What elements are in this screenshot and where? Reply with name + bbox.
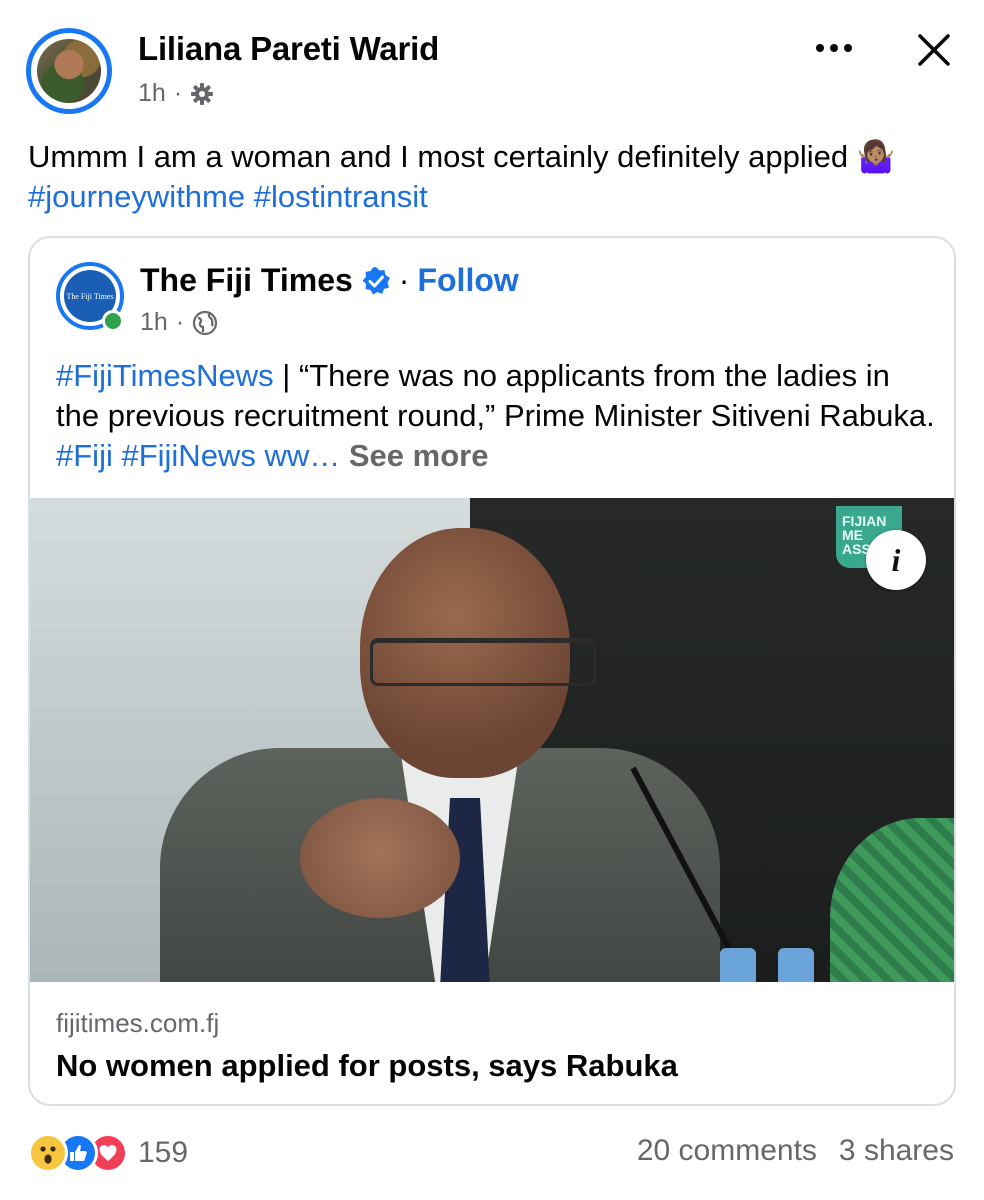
card-text: #FijiTimesNews | “There was no applicant…: [56, 356, 936, 476]
card-meta: 1h ·: [140, 308, 218, 337]
verified-badge-icon: [362, 266, 390, 294]
image-hand: [300, 798, 460, 918]
info-icon[interactable]: i: [866, 530, 926, 590]
meta-separator: ·: [173, 79, 183, 107]
comments-count[interactable]: 20 comments: [637, 1134, 817, 1168]
link-title[interactable]: No women applied for posts, says Rabuka: [56, 1048, 678, 1084]
engagement-stats: 20 comments 3 shares: [637, 1134, 954, 1168]
hashtag-fijitimesnews[interactable]: #FijiTimesNews: [56, 358, 274, 393]
card-time[interactable]: 1h: [140, 308, 168, 337]
page-name[interactable]: The Fiji Times: [140, 262, 353, 299]
post-text: Ummm I am a woman and I most certainly d…: [28, 137, 958, 217]
shares-count[interactable]: 3 shares: [839, 1134, 954, 1168]
page-header: The Fiji Times · Follow: [140, 262, 519, 299]
truncated-link[interactable]: ww…: [264, 438, 340, 473]
globe-icon: [193, 310, 218, 335]
see-more-button[interactable]: See more: [349, 438, 489, 473]
hashtag-journeywithme[interactable]: #journeywithme: [28, 179, 245, 214]
link-domain[interactable]: fijitimes.com.fj: [56, 1008, 219, 1039]
image-water-bottle: [778, 948, 814, 982]
online-status-dot: [102, 310, 124, 332]
wow-reaction-icon: [28, 1133, 68, 1173]
author-avatar[interactable]: [26, 28, 112, 114]
reactions-summary[interactable]: 159: [28, 1133, 188, 1173]
reaction-count[interactable]: 159: [138, 1136, 188, 1170]
post-time[interactable]: 1h: [138, 79, 166, 108]
image-water-bottle: [720, 948, 756, 982]
hashtag-fiji[interactable]: #Fiji: [56, 438, 113, 473]
post-meta: 1h ·: [138, 79, 214, 108]
card-meta-separator: ·: [175, 308, 185, 336]
hashtag-lostintransit[interactable]: #lostintransit: [254, 179, 428, 214]
article-image[interactable]: FIJIAN ME ASSO i: [30, 498, 954, 982]
hashtag-fijinews[interactable]: #FijiNews: [121, 438, 255, 473]
author-name[interactable]: Liliana Pareti Warid: [138, 30, 439, 68]
close-icon[interactable]: [914, 30, 954, 70]
follow-separator: ·: [398, 262, 410, 298]
more-horizontal-icon[interactable]: [812, 38, 856, 58]
gear-icon: [191, 82, 214, 105]
follow-button[interactable]: Follow: [417, 262, 518, 299]
author-avatar-image: [37, 39, 101, 103]
shrug-emoji: 🤷🏽‍♀️: [856, 139, 896, 174]
post-text-body: Ummm I am a woman and I most certainly d…: [28, 139, 857, 174]
image-glasses: [370, 638, 596, 686]
shared-post-card[interactable]: The Fiji Times The Fiji Times · Follow 1…: [28, 236, 956, 1106]
